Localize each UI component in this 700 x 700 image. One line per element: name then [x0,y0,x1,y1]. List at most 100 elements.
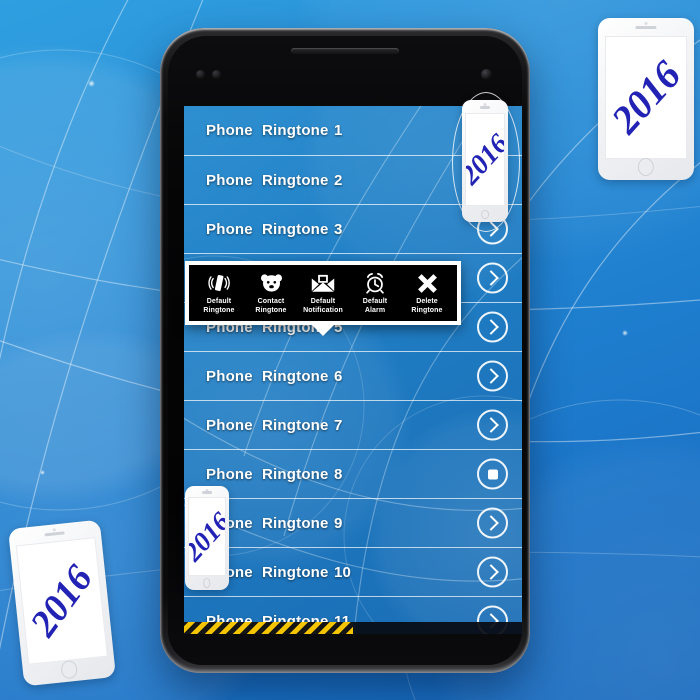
ringtone-number: 9 [334,514,343,532]
popup-menu-item-label-line1: Contact [257,298,285,305]
playback-progress-fill [184,622,353,634]
watermark-phone-screen-left: 2016 [185,486,229,590]
ringtone-prefix: Phone [206,465,253,483]
earpiece-speaker-icon [291,48,399,54]
ringtone-number: 8 [334,465,343,483]
watermark-home-button-icon [637,158,655,177]
ringtone-prefix: Phone [206,171,253,189]
contact-face-icon [260,271,283,295]
watermark-screen: 2016 [188,497,226,577]
watermark-camera-icon [52,528,56,532]
chevron-right-icon [483,368,499,384]
popup-menu-item-label-line2: Ringtone [255,306,287,314]
watermark-speaker-icon [202,491,212,494]
ringtone-number: 3 [334,220,343,238]
ringtone-prefix: Phone [206,220,253,238]
watermark-speaker-icon [44,531,65,537]
stop-square-icon [487,469,498,479]
watermark-screen: 2016 [465,113,505,207]
play-button[interactable] [477,556,508,588]
watermark-year-label: 2016 [604,52,688,143]
popup-menu-item[interactable]: Delete Ringtone [401,271,453,316]
ringtone-number: 10 [334,563,352,581]
ringtone-middle: Ringtone [262,514,329,532]
ringtone-row[interactable]: Phone Ringtone 8 [184,449,522,498]
ringtone-prefix: Phone [206,416,253,434]
watermark-camera-icon [644,22,648,26]
ringtone-row-label: Phone Ringtone 1 [206,122,343,139]
front-camera-icon [481,69,492,80]
ringtone-middle: Ringtone [262,563,329,581]
play-button[interactable] [477,409,508,441]
popup-menu-item-label-line2: Ringtone [203,306,235,314]
ringtone-row[interactable]: Phone Ringtone 10 [184,547,522,596]
popup-pointer-tail [312,324,334,336]
play-button[interactable] [477,262,508,294]
watermark-year-label: 2016 [22,558,102,645]
ringtone-number: 1 [334,122,343,139]
ringtone-middle: Ringtone [262,171,329,189]
watermark-year-label: 2016 [188,506,226,567]
watermark-screen: 2016 [604,35,688,159]
vibrating-phone-icon [208,271,230,295]
stop-button[interactable] [477,458,508,490]
popup-menu-item-label-line1: Delete [416,298,438,305]
ringtone-number: 7 [334,416,343,434]
watermark-home-button-icon [203,578,211,588]
ringtone-row-label: Phone Ringtone 2 [206,172,343,189]
watermark-phone-top-right: 2016 [598,18,694,180]
popup-menu-item[interactable]: Default Notification [297,271,349,316]
chevron-right-icon [483,319,499,335]
ringtone-action-popup-inner: Default Ringtone Contact Ringtone Default Not… [189,265,457,321]
ringtone-number: 2 [334,171,343,189]
ringtone-row-label: Phone Ringtone 7 [206,417,343,434]
play-button[interactable] [477,311,508,343]
close-x-icon [416,271,439,295]
chevron-right-icon [483,564,499,580]
chevron-right-icon [483,515,499,531]
ringtone-row[interactable]: Phone Ringtone 6 [184,351,522,400]
chevron-right-icon [483,270,499,286]
ringtone-row-label: Phone Ringtone 3 [206,221,343,238]
popup-menu-item[interactable]: Default Ringtone [193,271,245,316]
popup-menu-item-label-line1: Default [362,298,388,305]
watermark-phone-bottom-left: 2016 [7,519,117,687]
chevron-right-icon [483,221,499,237]
watermark-phone-screen-right: 2016 [462,100,508,222]
ringtone-middle: Ringtone [262,465,329,483]
popup-menu-item-label-line2: Notification [303,306,343,314]
ringtone-row-label: Phone Ringtone 6 [206,368,343,385]
watermark-speaker-icon [635,26,657,29]
popup-menu-item-label-line2: Ringtone [411,306,443,314]
watermark-year-label: 2016 [465,128,505,191]
background-sparkle [40,470,45,475]
ringtone-row-label: Phone Ringtone 8 [206,466,343,483]
ringtone-number: 6 [334,367,343,385]
popup-menu-item[interactable]: Default Alarm [349,271,401,316]
screenshot-stage: 2016 2016 Phone Ringtone 1 Phone Rington… [0,0,700,700]
playback-progress-bar[interactable] [184,622,522,634]
watermark-home-button-icon [60,659,78,679]
envelope-icon [311,271,335,295]
play-button[interactable] [477,360,508,392]
chevron-right-icon [483,417,499,433]
ringtone-row[interactable]: Phone Ringtone 7 [184,400,522,449]
watermark-speaker-icon [479,106,491,109]
popup-menu-item-label-line1: Default [310,298,336,305]
play-button[interactable] [477,507,508,539]
background-sparkle [88,80,95,87]
popup-menu-item[interactable]: Contact Ringtone [245,271,297,316]
ringtone-middle: Ringtone [262,416,329,434]
ringtone-row[interactable]: Phone Ringtone 9 [184,498,522,547]
watermark-home-button-icon [481,209,489,220]
ringtone-action-popup[interactable]: Default Ringtone Contact Ringtone Default Not… [185,261,461,336]
popup-menu-item-label-line1: Default [206,298,232,305]
light-sensor-icon [212,70,221,79]
ringtone-middle: Ringtone [262,367,329,385]
ringtone-middle: Ringtone [262,122,329,139]
proximity-sensor-icon [196,70,205,79]
popup-menu-item-label-line2: Alarm [364,306,386,314]
alarm-clock-icon [364,271,386,295]
ringtone-prefix: Phone [206,367,253,385]
ringtone-middle: Ringtone [262,220,329,238]
